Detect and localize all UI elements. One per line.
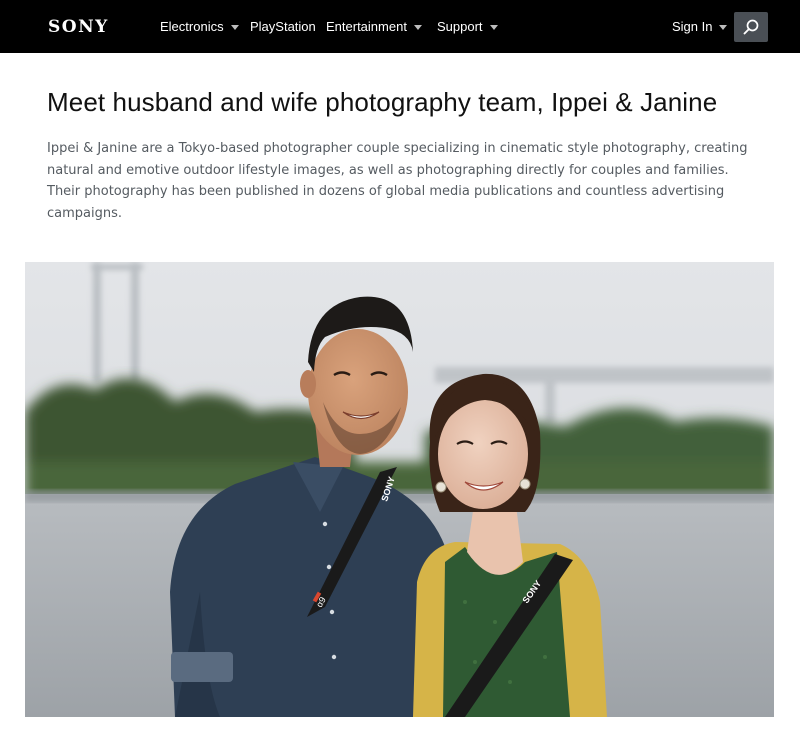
chevron-down-icon xyxy=(719,24,728,30)
page-title: Meet husband and wife photography team, … xyxy=(47,87,718,117)
nav-entertainment[interactable]: Entertainment xyxy=(326,0,422,53)
sign-in-menu[interactable]: Sign In xyxy=(672,0,728,53)
nav-support-label: Support xyxy=(437,19,483,34)
nav-electronics-label: Electronics xyxy=(160,19,224,34)
hero-photo: SONY α9 SONY xyxy=(25,262,774,717)
search-button[interactable] xyxy=(734,12,768,42)
top-navigation: SONY Electronics PlayStation Entertainme… xyxy=(0,0,800,53)
chevron-down-icon xyxy=(413,24,422,30)
nav-support[interactable]: Support xyxy=(437,0,498,53)
chevron-down-icon xyxy=(230,24,239,30)
couple-portrait-image: SONY α9 SONY xyxy=(25,262,774,717)
search-icon xyxy=(743,19,759,35)
chevron-down-icon xyxy=(489,24,498,30)
sony-logo[interactable]: SONY xyxy=(48,17,109,37)
intro-paragraph: Ippei & Janine are a Tokyo-based photogr… xyxy=(47,141,748,221)
nav-entertainment-label: Entertainment xyxy=(326,19,407,34)
nav-playstation-label: PlayStation xyxy=(250,19,316,34)
nav-electronics[interactable]: Electronics xyxy=(160,0,239,53)
sign-in-label: Sign In xyxy=(672,19,713,34)
nav-playstation[interactable]: PlayStation xyxy=(250,0,316,53)
